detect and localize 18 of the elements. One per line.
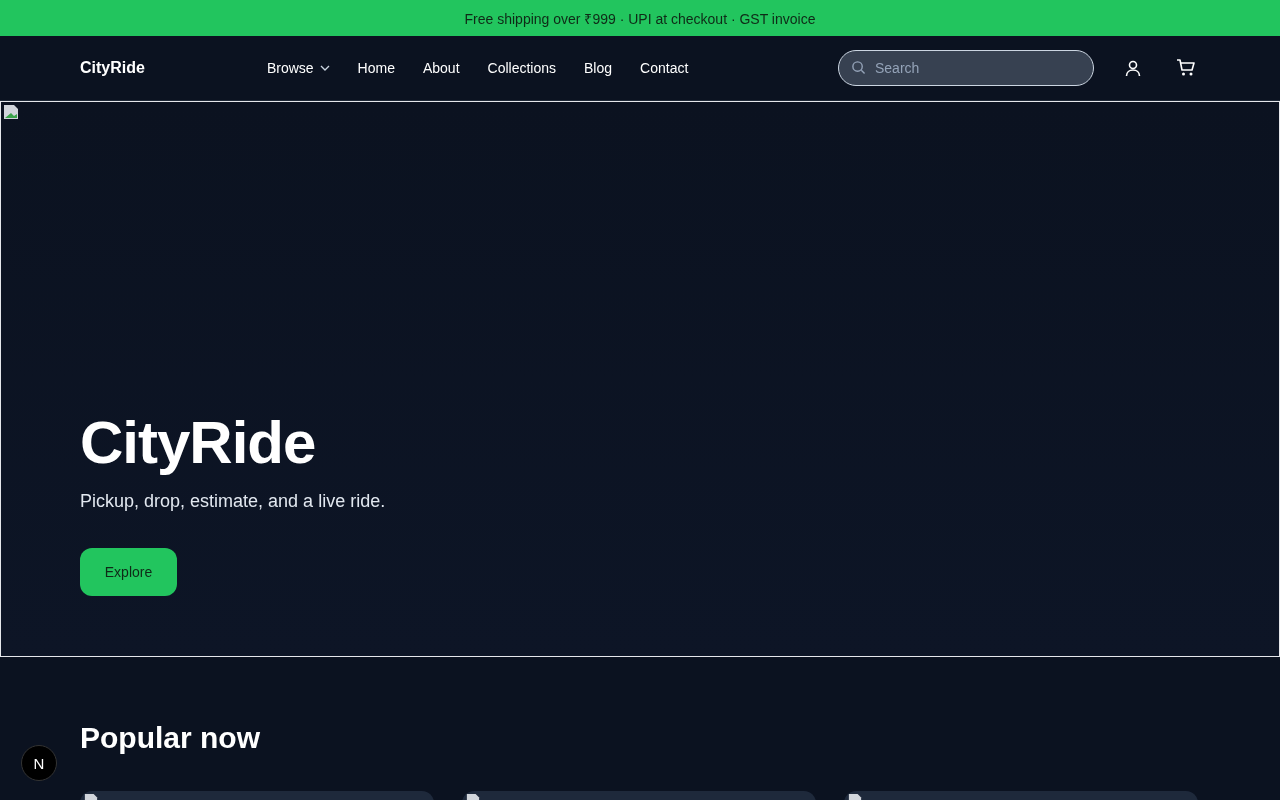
explore-button[interactable]: Explore	[80, 548, 177, 596]
hero-title: CityRide	[80, 408, 317, 477]
hero-subtitle: Pickup, drop, estimate, and a live ride.	[80, 491, 386, 512]
section-title: Popular now	[80, 721, 261, 755]
announcement-text: Free shipping over ₹999 · UPI at checkout · GST invoice	[464, 9, 816, 28]
nav-dropdown[interactable]: Browse	[266, 60, 330, 76]
logo[interactable]: CityRide	[80, 59, 145, 77]
nav-link[interactable]: Home	[357, 60, 395, 76]
user-icon	[1124, 59, 1142, 77]
nav-link[interactable]: Blog	[584, 60, 613, 76]
nav-link[interactable]: About	[422, 60, 460, 76]
n-badge[interactable]: N	[21, 745, 57, 781]
chevron-down-icon	[319, 65, 330, 71]
nav-link[interactable]: Contact	[640, 60, 689, 76]
search-field[interactable]: Search	[838, 50, 1094, 86]
nav-link[interactable]: Collections	[487, 60, 557, 76]
broken-image-icon	[3, 104, 19, 120]
cart-icon	[1176, 59, 1196, 77]
